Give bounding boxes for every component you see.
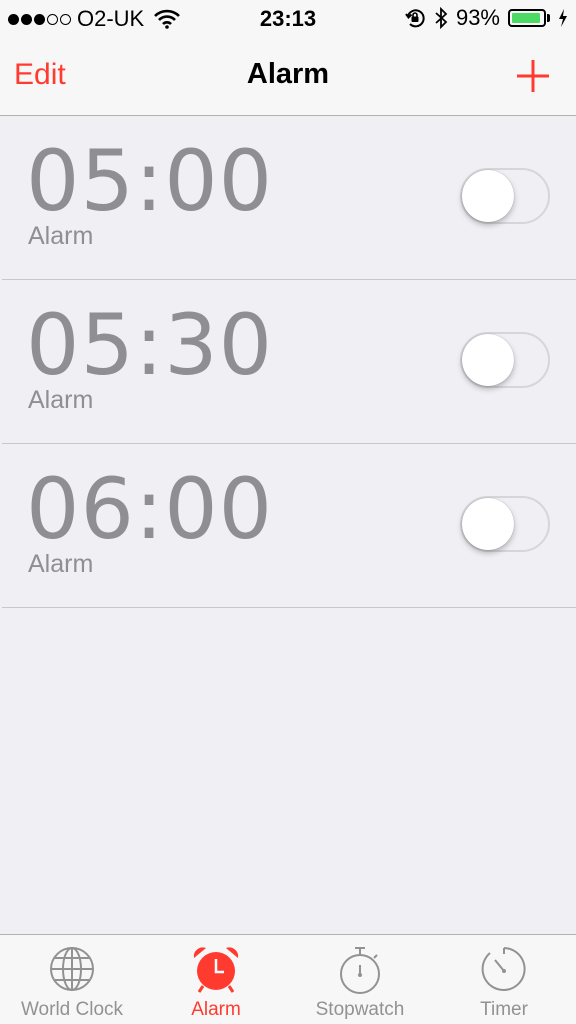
alarm-toggle[interactable]	[460, 496, 550, 552]
battery-level	[512, 13, 540, 23]
status-right: 93%	[404, 5, 568, 31]
tab-label: Timer	[480, 999, 528, 1020]
alarm-row[interactable]: 06:00 Alarm	[2, 444, 576, 608]
tab-label: World Clock	[20, 999, 124, 1020]
status-bar: O2-UK 23:13 93%	[0, 0, 576, 38]
alarm-label: Alarm	[28, 386, 94, 414]
alarm-time: 05:00	[26, 132, 274, 230]
toggle-knob	[462, 170, 514, 222]
alarm-time: 05:30	[26, 296, 274, 394]
alarm-row[interactable]: 05:00 Alarm	[2, 116, 576, 280]
bluetooth-icon	[435, 7, 448, 29]
tab-label: Alarm	[191, 999, 241, 1020]
navigation-bar: Edit Alarm	[0, 38, 576, 116]
toggle-knob	[462, 334, 514, 386]
timer-icon	[481, 947, 526, 991]
alarm-time: 06:00	[26, 460, 274, 558]
battery-icon	[508, 9, 550, 27]
battery-percent: 93%	[455, 5, 500, 30]
tab-label: Stopwatch	[315, 999, 405, 1020]
tab-stopwatch[interactable]: Stopwatch	[288, 935, 432, 1024]
alarm-toggle[interactable]	[460, 168, 550, 224]
tab-timer[interactable]: Timer	[432, 935, 576, 1024]
toggle-knob	[462, 498, 514, 550]
rotation-lock-icon	[405, 9, 425, 28]
tab-world-clock[interactable]: World Clock	[0, 935, 144, 1024]
page-title: Alarm	[246, 58, 330, 90]
alarm-label: Alarm	[28, 222, 94, 250]
alarm-clock-icon	[193, 947, 239, 993]
alarm-toggle[interactable]	[460, 332, 550, 388]
alarm-label: Alarm	[28, 550, 94, 578]
tab-alarm[interactable]: Alarm	[144, 935, 288, 1024]
plus-icon[interactable]	[516, 59, 550, 93]
charging-icon	[559, 9, 567, 27]
globe-icon	[50, 947, 94, 991]
stopwatch-icon	[340, 947, 380, 994]
tab-bar: World Clock Alarm Stopwatch Timer	[0, 934, 576, 1024]
alarm-list: 05:00 Alarm 05:30 Alarm 06:00 Alarm	[0, 116, 576, 608]
alarm-row[interactable]: 05:30 Alarm	[2, 280, 576, 444]
